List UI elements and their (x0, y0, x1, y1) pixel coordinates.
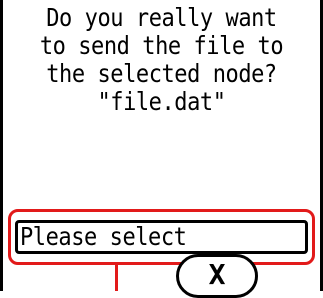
message-line-1: Do you really want (46, 3, 277, 32)
node-select-value: Please select (20, 222, 187, 251)
send-file-dialog: Do you really want to send the file to t… (0, 0, 323, 298)
highlight-frame: Please select (8, 209, 315, 265)
message-line-3: the selected node? (46, 59, 277, 88)
screen-border-left (0, 0, 3, 291)
close-button[interactable]: X (176, 254, 258, 298)
close-icon: X (208, 258, 226, 291)
file-name: "file.dat" (97, 87, 226, 116)
message-line-2: to send the file to (39, 31, 284, 60)
node-select[interactable]: Please select (15, 220, 308, 254)
highlight-callout-line (115, 265, 118, 291)
confirmation-message: Do you really want to send the file to t… (6, 4, 317, 116)
